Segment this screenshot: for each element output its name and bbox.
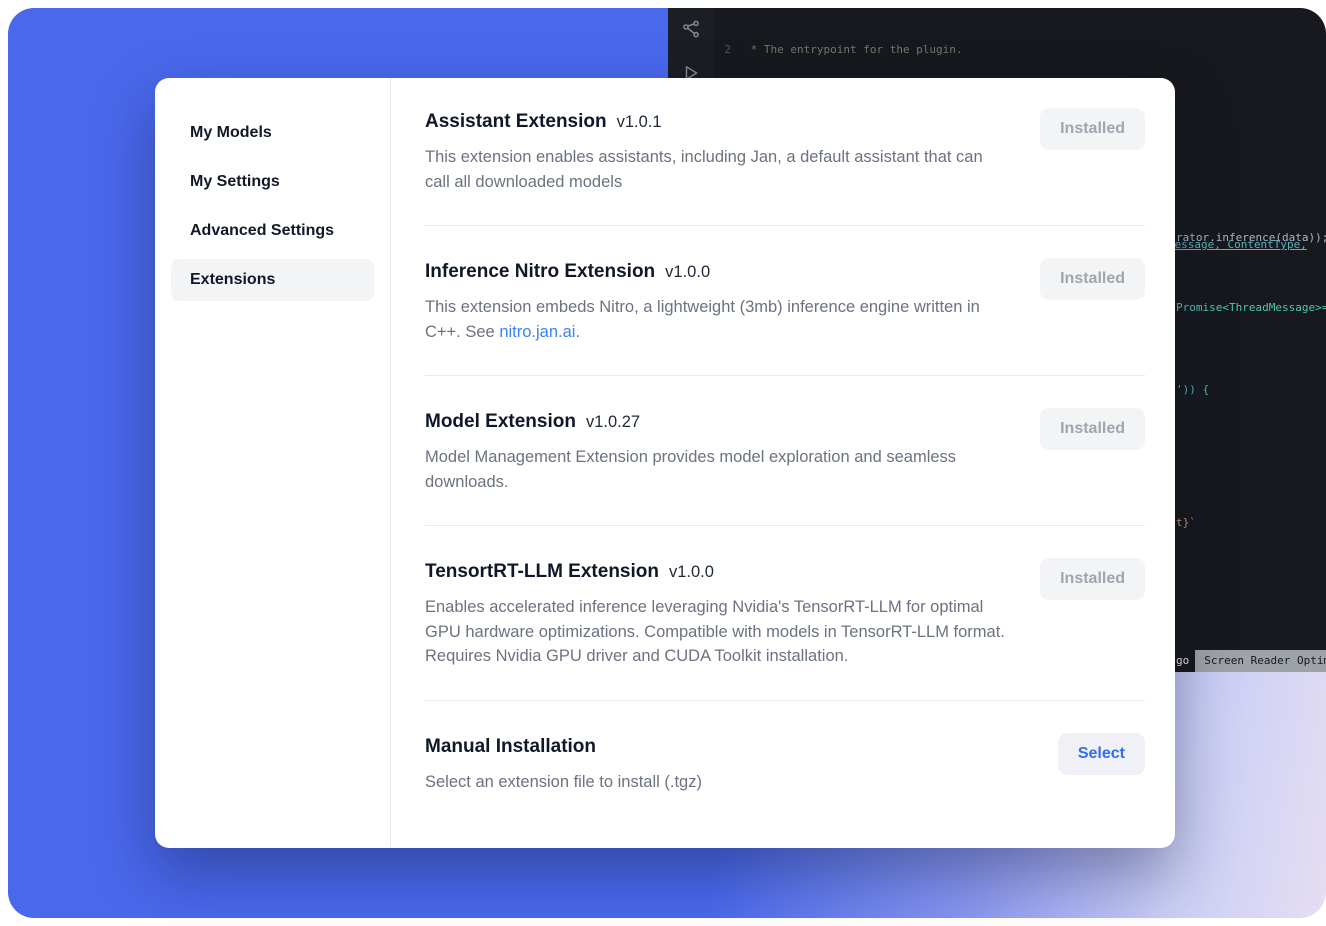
extension-item: Assistant Extension v1.0.1 This extensio… [425, 108, 1145, 226]
sidebar-item-label: My Models [190, 124, 272, 142]
extension-text: Manual Installation Select an extension … [425, 733, 1010, 795]
code-fragment: rator.inference(data)); [1176, 230, 1326, 246]
code-fragment: Promise<ThreadMessage>= [1176, 300, 1326, 316]
select-file-button[interactable]: Select [1058, 733, 1145, 775]
extension-title-row: Model Extension v1.0.27 [425, 408, 1010, 436]
extension-item: Inference Nitro Extension v1.0.0 This ex… [425, 226, 1145, 376]
extension-title-row: Assistant Extension v1.0.1 [425, 108, 1010, 136]
sidebar-item-label: My Settings [190, 173, 280, 191]
extension-description: Enables accelerated inference leveraging… [425, 595, 1010, 669]
extension-description: This extension embeds Nitro, a lightweig… [425, 295, 1010, 344]
extension-name: Model Extension [425, 408, 576, 436]
description-text: . [575, 323, 580, 341]
extension-version: v1.0.27 [586, 408, 640, 436]
status-text: go [1176, 653, 1189, 669]
code-text: * The entrypoint for the plugin. [744, 42, 963, 58]
extension-text: Inference Nitro Extension v1.0.0 This ex… [425, 258, 1010, 344]
extension-version: v1.0.1 [617, 108, 662, 136]
installed-button[interactable]: Installed [1040, 108, 1145, 150]
extension-description: This extension enables assistants, inclu… [425, 145, 1010, 194]
installed-button[interactable]: Installed [1040, 258, 1145, 300]
line-number: 2 [668, 42, 744, 58]
extension-name: Inference Nitro Extension [425, 258, 655, 286]
extension-version: v1.0.0 [669, 558, 714, 586]
extension-item: Model Extension v1.0.27 Model Management… [425, 376, 1145, 526]
extension-description: Model Management Extension provides mode… [425, 445, 1010, 494]
extension-text: Assistant Extension v1.0.1 This extensio… [425, 108, 1010, 194]
editor-status-bar: go Screen Reader Optimized [1176, 651, 1326, 672]
extension-text: TensortRT-LLM Extension v1.0.0 Enables a… [425, 558, 1010, 669]
extension-name: TensortRT-LLM Extension [425, 558, 659, 586]
extension-version: v1.0.0 [665, 258, 710, 286]
extension-title-row: Inference Nitro Extension v1.0.0 [425, 258, 1010, 286]
sidebar-item-label: Extensions [190, 271, 275, 289]
extension-text: Model Extension v1.0.27 Model Management… [425, 408, 1010, 494]
code-line: 2 * The entrypoint for the plugin. [668, 42, 1326, 58]
manual-installation-title: Manual Installation [425, 733, 596, 761]
manual-installation-description: Select an extension file to install (.tg… [425, 770, 1010, 795]
extension-item: TensortRT-LLM Extension v1.0.0 Enables a… [425, 526, 1145, 701]
code-fragment: ')) { [1176, 382, 1209, 398]
settings-sidebar: My Models My Settings Advanced Settings … [155, 78, 391, 848]
sidebar-item-my-models[interactable]: My Models [171, 112, 374, 154]
installed-button[interactable]: Installed [1040, 408, 1145, 450]
extension-title-row: Manual Installation [425, 733, 1010, 761]
sidebar-item-advanced-settings[interactable]: Advanced Settings [171, 210, 374, 252]
manual-installation-item: Manual Installation Select an extension … [425, 701, 1145, 826]
sidebar-item-label: Advanced Settings [190, 222, 334, 240]
extensions-panel: Assistant Extension v1.0.1 This extensio… [391, 78, 1175, 848]
sidebar-item-extensions[interactable]: Extensions [171, 259, 374, 301]
installed-button[interactable]: Installed [1040, 558, 1145, 600]
screen-reader-banner[interactable]: Screen Reader Optimized [1195, 650, 1326, 672]
settings-modal: My Models My Settings Advanced Settings … [155, 78, 1175, 848]
nitro-jan-ai-link[interactable]: nitro.jan.ai [499, 323, 575, 341]
page-root: 2 * The entrypoint for the plugin. 3 */ … [0, 0, 1326, 926]
extension-title-row: TensortRT-LLM Extension v1.0.0 [425, 558, 1010, 586]
extension-name: Assistant Extension [425, 108, 607, 136]
sidebar-item-my-settings[interactable]: My Settings [171, 161, 374, 203]
code-fragment: t}` [1176, 515, 1196, 531]
